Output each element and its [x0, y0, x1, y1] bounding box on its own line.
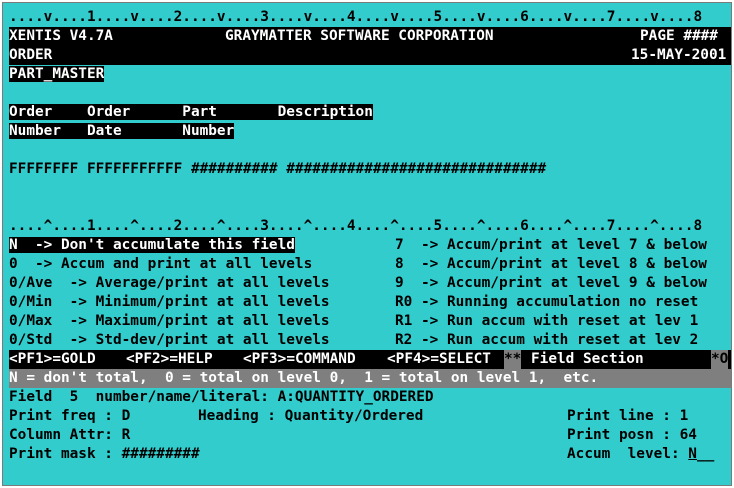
column-mask-line: FFFFFFFF FFFFFFFFFFF ########## ########… — [9, 161, 547, 177]
option-row-3[interactable]: 0/Ave -> Average/print at all levels — [9, 274, 330, 293]
column-headings-line1: Order Order Part Description — [9, 103, 373, 122]
option-row-5[interactable]: 0/Max -> Maximum/print at all levels — [9, 312, 330, 331]
option-row-2[interactable]: 0 -> Accum and print at all levels — [9, 255, 312, 274]
column-ruler-bottom: ....^....1....^....2....^....3....^....4… — [9, 218, 703, 234]
heading-field[interactable]: Heading : Quantity/Ordered — [198, 407, 423, 426]
accum-level-blank[interactable]: __ — [697, 446, 714, 462]
help-line: N = don't total, 0 = total on level 0, 1… — [9, 370, 599, 386]
headings-line2: Number Date Number — [9, 123, 235, 139]
headings-line1: Order Order Part Description — [9, 104, 373, 120]
option-row-1[interactable]: N -> Don't accumulate this field — [9, 236, 295, 255]
option-n-selected[interactable]: N -> Don't accumulate this field — [9, 237, 295, 253]
section-end-marker: *O — [711, 350, 729, 369]
pf2-help-key[interactable]: <PF2>=HELP — [126, 350, 213, 369]
header-bar: XENTIS V4.7A GRAYMATTER SOFTWARE CORPORA… — [9, 27, 731, 46]
pf4-select-key[interactable]: <PF4>=SELECT — [387, 350, 491, 369]
column-headings-line2: Number Date Number — [9, 122, 235, 141]
table-name: PART_MASTER — [9, 66, 105, 82]
accum-level-input[interactable]: N — [688, 446, 697, 462]
terminal-screen: ....v....1....v....2....v....3....v....4… — [2, 2, 732, 486]
field-definition[interactable]: Field 5 number/name/literal: A:QUANTITY_… — [9, 388, 434, 407]
option-row-4[interactable]: 0/Min -> Minimum/print at all levels — [9, 293, 330, 312]
accum-level-field[interactable]: Accum level: N__ — [567, 445, 714, 464]
company-name: GRAYMATTER SOFTWARE CORPORATION — [225, 28, 494, 44]
column-ruler-top: ....v....1....v....2....v....3....v....4… — [9, 9, 703, 25]
print-mask[interactable]: Print mask : ######### — [9, 445, 200, 464]
pf1-gold-key[interactable]: <PF1>=GOLD — [9, 350, 96, 369]
option-level-9[interactable]: 9 -> Accum/print at level 9 & below — [395, 274, 707, 293]
report-bar: ORDER 15-MAY-2001 — [9, 46, 731, 65]
table-name-row: PART_MASTER — [9, 65, 105, 84]
section-marker: ** — [504, 350, 522, 369]
accum-level-label: Accum level: — [567, 446, 689, 462]
print-line[interactable]: Print line : 1 — [567, 407, 688, 426]
report-name: ORDER — [9, 47, 53, 63]
option-row-6[interactable]: 0/Std -> Std-dev/print at all levels — [9, 331, 330, 350]
page-number: PAGE #### — [640, 28, 718, 44]
option-r0[interactable]: R0 -> Running accumulation no reset — [395, 293, 698, 312]
option-level-8[interactable]: 8 -> Accum/print at level 8 & below — [395, 255, 707, 274]
report-date: 15-MAY-2001 — [631, 47, 727, 63]
option-r1[interactable]: R1 -> Run accum with reset at lev 1 — [395, 312, 698, 331]
print-freq[interactable]: Print freq : D — [9, 407, 130, 426]
pf3-command-key[interactable]: <PF3>=COMMAND — [243, 350, 356, 369]
function-key-bar: <PF1>=GOLD <PF2>=HELP <PF3>=COMMAND <PF4… — [9, 350, 731, 369]
print-posn[interactable]: Print posn : 64 — [567, 426, 697, 445]
field-section-title: Field Section — [531, 351, 644, 367]
option-r2[interactable]: R2 -> Run accum with reset at lev 2 — [395, 331, 698, 350]
product-version: XENTIS V4.7A — [9, 28, 113, 44]
help-line-bar: N = don't total, 0 = total on level 0, 1… — [9, 369, 731, 388]
option-level-7[interactable]: 7 -> Accum/print at level 7 & below — [395, 236, 707, 255]
column-attr[interactable]: Column Attr: R — [9, 426, 130, 445]
